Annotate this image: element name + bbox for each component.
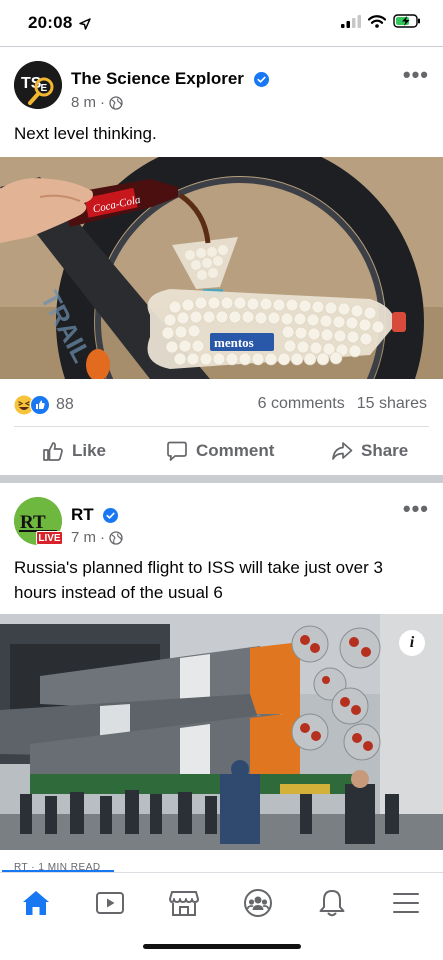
like-button[interactable]: Like xyxy=(42,440,106,462)
svg-text:RT: RT xyxy=(20,512,46,533)
home-icon xyxy=(23,891,49,915)
tab-watch[interactable] xyxy=(92,885,128,921)
soyuz-rocket-image xyxy=(0,614,443,850)
post-meta: 7 m · xyxy=(71,529,123,546)
cellular-signal-icon xyxy=(341,14,361,28)
author-name-label: The Science Explorer xyxy=(71,69,244,88)
tab-marketplace[interactable] xyxy=(166,885,202,921)
post-text: Next level thinking. xyxy=(14,124,157,143)
video-icon xyxy=(96,892,124,914)
verified-badge-icon xyxy=(253,72,269,88)
share-arrow-icon xyxy=(332,442,353,460)
globe-icon xyxy=(109,530,123,545)
share-label: Share xyxy=(361,441,409,460)
avatar[interactable]: TS E xyxy=(14,61,62,109)
post-header: TS E The Science Explorer 8 m · ••• xyxy=(0,58,443,118)
post-separator xyxy=(0,475,443,483)
post-image[interactable]: i xyxy=(0,614,443,850)
tab-menu[interactable] xyxy=(388,885,424,921)
more-options-icon[interactable]: ••• xyxy=(403,496,429,522)
post-text: Russia's planned flight to ISS will take… xyxy=(14,558,383,602)
status-time: 20:08 xyxy=(28,13,92,33)
share-button[interactable]: Share xyxy=(331,440,408,462)
menu-icon xyxy=(393,893,419,913)
battery-charging-icon xyxy=(393,14,420,28)
marketplace-icon xyxy=(169,891,199,916)
tab-home[interactable] xyxy=(18,885,54,921)
comment-label: Comment xyxy=(196,441,275,460)
engagement-counts: 6 comments 15 shares xyxy=(258,395,427,413)
more-options-icon[interactable]: ••• xyxy=(403,62,429,88)
globe-icon xyxy=(109,95,123,110)
notifications-icon xyxy=(319,890,345,917)
post-meta: 8 m · xyxy=(71,94,123,111)
comment-bubble-icon xyxy=(167,441,187,461)
svg-text:TS: TS xyxy=(21,75,42,92)
post-actions: Like Comment Share xyxy=(0,428,443,474)
thumbs-up-icon xyxy=(43,442,63,461)
wifi-icon xyxy=(368,14,386,28)
status-icons xyxy=(341,14,421,28)
mentos-label: mentos xyxy=(214,335,254,350)
post-stats: 88 6 comments 15 shares xyxy=(0,391,443,421)
shares-count[interactable]: 15 shares xyxy=(357,395,427,413)
top-divider xyxy=(0,46,443,47)
author-name[interactable]: RT xyxy=(71,505,119,525)
meta-separator: · xyxy=(100,94,106,111)
tab-notifications[interactable] xyxy=(314,885,350,921)
groups-icon xyxy=(244,889,272,917)
svg-text:E: E xyxy=(41,83,48,94)
like-label: Like xyxy=(72,441,107,460)
live-badge: LIVE xyxy=(36,531,63,545)
post-header: RT LIVE RT 7 m · ••• xyxy=(0,496,443,556)
info-button[interactable]: i xyxy=(399,630,425,656)
verified-badge-icon xyxy=(103,508,119,524)
comment-button[interactable]: Comment xyxy=(166,440,274,462)
post-image[interactable]: TRAIL Coca-Cola mentos xyxy=(0,157,443,379)
status-time-label: 20:08 xyxy=(28,13,73,32)
bike-coke-mentos-image: TRAIL Coca-Cola mentos xyxy=(0,157,443,379)
author-name-label: RT xyxy=(71,505,94,524)
post-time[interactable]: 8 m xyxy=(71,94,96,111)
author-name[interactable]: The Science Explorer xyxy=(71,69,269,89)
post-time[interactable]: 7 m xyxy=(71,529,96,546)
like-reaction-icon xyxy=(30,395,50,415)
live-badge-label: LIVE xyxy=(38,533,61,544)
location-arrow-icon xyxy=(79,17,92,30)
stats-divider xyxy=(14,426,429,427)
status-bar: 20:08 xyxy=(0,0,443,46)
comments-count[interactable]: 6 comments xyxy=(258,395,345,413)
reaction-count: 88 xyxy=(56,396,74,413)
reactions-summary[interactable]: 88 xyxy=(14,395,74,415)
home-indicator[interactable] xyxy=(143,944,301,949)
science-explorer-logo-icon: TS E xyxy=(14,61,62,109)
meta-separator: · xyxy=(100,529,106,546)
tab-groups[interactable] xyxy=(240,885,276,921)
info-icon: i xyxy=(409,634,415,651)
